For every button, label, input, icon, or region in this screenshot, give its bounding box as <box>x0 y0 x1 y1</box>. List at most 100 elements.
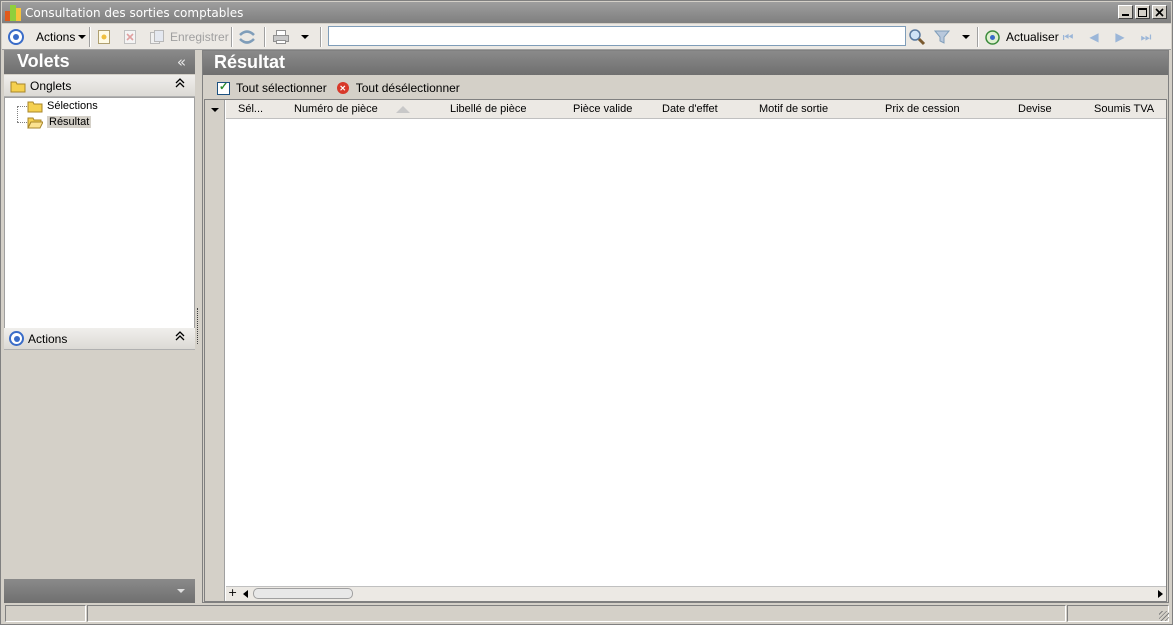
sync-icon <box>239 30 255 44</box>
previous-page-button[interactable]: ◀ <box>1087 24 1101 50</box>
refresh-button[interactable]: Actualiser <box>984 24 1059 50</box>
search-button[interactable] <box>908 24 926 50</box>
window-title: Consultation des sorties comptables <box>25 6 244 20</box>
sync-button[interactable] <box>238 24 256 50</box>
status-bar <box>2 603 1171 623</box>
column-header-piece-valide[interactable]: Pièce valide <box>573 103 632 115</box>
deselect-all-button[interactable]: Tout désélectionner <box>356 81 460 95</box>
first-page-button[interactable]: ⏮ <box>1061 24 1075 50</box>
collapse-panel-icon[interactable]: « <box>177 53 186 71</box>
selection-bar: Tout sélectionner ✕ Tout désélectionner <box>203 77 1168 99</box>
actions-circle-button[interactable] <box>8 24 24 50</box>
app-logo-icon <box>5 5 21 21</box>
side-panel-footer[interactable] <box>4 579 195 603</box>
result-panel-header: Résultat <box>203 51 1168 75</box>
results-grid[interactable]: Sél... Numéro de pièce Libellé de pièce … <box>204 99 1167 602</box>
result-panel-title: Résultat <box>214 52 286 72</box>
tabs-section-label: Onglets <box>30 78 72 93</box>
toolbar: Actions Enregistrer Actualiser ⏮ ◀ ▶ ⏭ <box>2 24 1171 50</box>
column-header-prix-cession[interactable]: Prix de cession <box>885 103 960 115</box>
actions-circle-icon <box>8 29 24 45</box>
window-controls <box>1118 5 1167 19</box>
maximize-icon <box>1138 7 1147 17</box>
chevron-down-icon <box>78 35 87 39</box>
tree-item-selections[interactable]: Sélections <box>27 98 98 114</box>
actions-section-body <box>4 350 195 577</box>
tree-item-resultat[interactable]: Résultat <box>27 114 92 130</box>
select-all-button[interactable]: Tout sélectionner <box>236 81 327 95</box>
close-button[interactable] <box>1152 5 1167 19</box>
chevron-down-icon <box>177 589 185 593</box>
print-icon <box>273 30 289 44</box>
next-page-icon: ▶ <box>1115 30 1125 44</box>
collapse-section-icon[interactable] <box>175 78 185 91</box>
column-header-selection[interactable]: Sél... <box>238 103 263 115</box>
open-folder-icon <box>27 117 43 128</box>
panel-splitter[interactable] <box>195 50 201 603</box>
side-panel: Volets « Onglets Sélections Résultat Act… <box>4 50 195 603</box>
actions-circle-icon <box>9 331 24 346</box>
column-header-numero-piece[interactable]: Numéro de pièce <box>294 103 378 115</box>
maximize-button[interactable] <box>1135 5 1150 19</box>
horizontal-scrollbar[interactable]: + <box>226 586 1166 601</box>
tabs-section-header[interactable]: Onglets <box>4 75 195 97</box>
minimize-icon <box>1121 14 1129 16</box>
add-row-icon[interactable]: + <box>228 586 237 599</box>
filter-icon <box>934 30 950 44</box>
actions-section-header[interactable]: Actions <box>4 328 195 350</box>
title-bar[interactable]: Consultation des sorties comptables <box>2 2 1171 23</box>
chevron-down-icon <box>301 35 309 39</box>
grid-column-headers: Sél... Numéro de pièce Libellé de pièce … <box>226 100 1166 119</box>
result-panel: Résultat Tout sélectionner ✕ Tout déséle… <box>202 50 1169 603</box>
scroll-thumb[interactable] <box>253 588 353 599</box>
side-panel-title: Volets <box>17 51 70 71</box>
column-header-date-effet[interactable]: Date d'effet <box>662 103 718 115</box>
minimize-button[interactable] <box>1118 5 1133 19</box>
actions-section-label: Actions <box>28 331 68 346</box>
next-page-button[interactable]: ▶ <box>1113 24 1127 50</box>
resize-grip-icon[interactable] <box>1159 611 1169 621</box>
actions-menu-button[interactable]: Actions <box>36 24 87 50</box>
print-dropdown-button[interactable] <box>298 24 309 50</box>
column-chooser-icon[interactable] <box>211 108 219 112</box>
filter-dropdown-button[interactable] <box>959 24 970 50</box>
column-header-devise[interactable]: Devise <box>1018 103 1052 115</box>
new-button[interactable] <box>97 24 111 50</box>
actions-menu-label: Actions <box>36 30 76 44</box>
delete-button[interactable] <box>123 24 137 50</box>
column-header-libelle-piece[interactable]: Libellé de pièce <box>450 103 526 115</box>
scroll-right-icon[interactable] <box>1158 590 1163 598</box>
tree-item-label: Résultat <box>47 116 92 128</box>
save-icon <box>150 30 164 44</box>
column-header-motif-sortie[interactable]: Motif de sortie <box>759 103 828 115</box>
status-cell-2 <box>87 605 1066 622</box>
collapse-section-icon[interactable] <box>175 331 185 344</box>
side-panel-header: Volets « <box>4 50 195 74</box>
deselect-all-icon[interactable]: ✕ <box>336 82 349 94</box>
filter-button[interactable] <box>934 24 950 50</box>
chevron-down-icon <box>962 35 970 39</box>
refresh-label: Actualiser <box>1006 30 1059 44</box>
column-header-soumis-tva[interactable]: Soumis TVA <box>1094 103 1154 115</box>
new-document-icon <box>98 30 110 44</box>
select-all-checkbox-icon[interactable] <box>217 80 230 95</box>
app-window: Consultation des sorties comptables Acti… <box>0 0 1173 625</box>
search-icon <box>909 29 926 46</box>
folder-icon <box>27 101 43 112</box>
save-button-label: Enregistrer <box>170 30 229 44</box>
tabs-tree: Sélections Résultat <box>4 97 195 372</box>
status-cell-3 <box>1067 605 1169 622</box>
print-button[interactable] <box>272 24 290 50</box>
grid-row-header-column <box>205 100 225 601</box>
save-button[interactable]: Enregistrer <box>149 24 229 50</box>
sort-ascending-icon <box>396 106 410 113</box>
last-page-icon: ⏭ <box>1140 29 1152 44</box>
last-page-button[interactable]: ⏭ <box>1139 24 1153 50</box>
search-input[interactable] <box>328 26 906 46</box>
previous-page-icon: ◀ <box>1089 30 1099 44</box>
folder-icon <box>10 81 26 92</box>
status-cell-1 <box>5 605 86 622</box>
first-page-icon: ⏮ <box>1062 29 1074 44</box>
refresh-icon <box>985 29 1000 45</box>
scroll-left-icon[interactable] <box>243 590 248 598</box>
